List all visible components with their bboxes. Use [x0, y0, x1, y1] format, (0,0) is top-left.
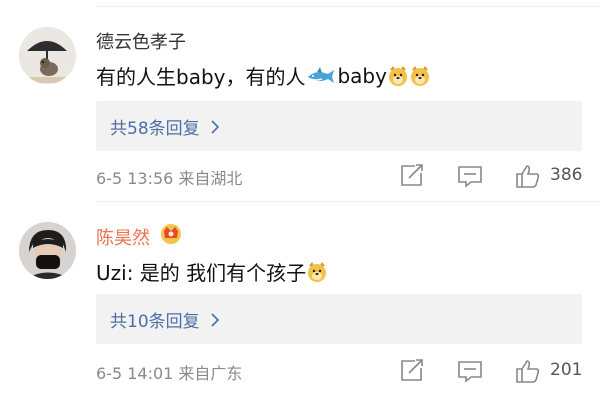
avatar[interactable] [19, 222, 76, 279]
comment-text: Uzi: 是的 我们有个孩子 [96, 257, 328, 286]
reply-box: 共10条回复 [96, 294, 582, 344]
comment-text-part: 有的人生baby，有的人 [96, 65, 306, 89]
share-icon [401, 164, 423, 186]
reply-count-label: 共10条回复 [110, 312, 200, 332]
comment-icon [458, 166, 482, 188]
crown-badge-icon [161, 224, 181, 244]
chevron-right-icon [211, 312, 219, 327]
reply-count-label: 共58条回复 [110, 119, 200, 139]
username[interactable]: 陈昊然 [96, 224, 150, 250]
like-button[interactable] [514, 358, 542, 384]
share-button[interactable] [398, 163, 426, 189]
comment-item: 德云色孝子 有的人生baby，有的人 baby 共58条回复 6-5 13:56… [0, 0, 600, 200]
view-replies-link[interactable]: 共10条回复 [110, 307, 220, 332]
doge-icon [410, 65, 429, 86]
like-button[interactable] [514, 163, 542, 189]
thumbs-up-icon [516, 360, 540, 383]
doge-icon [308, 261, 327, 282]
share-button[interactable] [398, 358, 426, 384]
thumbs-up-icon [516, 165, 540, 188]
chevron-right-icon [211, 119, 219, 134]
username[interactable]: 德云色孝子 [96, 28, 186, 54]
avatar[interactable] [19, 27, 76, 84]
comment-icon [458, 361, 482, 383]
comment-meta: 6-5 13:56 来自湖北 [96, 165, 242, 189]
like-count: 201 [550, 360, 583, 380]
timestamp: 6-5 14:01 [96, 364, 174, 383]
like-count: 386 [550, 165, 583, 185]
location: 来自湖北 [178, 169, 243, 188]
comment-meta: 6-5 14:01 来自广东 [96, 360, 242, 384]
comment-item: 陈昊然 Uzi: 是的 我们有个孩子 共10条回复 6-5 14:01 来自广东 [0, 202, 600, 400]
timestamp: 6-5 13:56 [96, 169, 174, 188]
shark-icon [308, 66, 335, 83]
comment-text-part: Uzi: 是的 我们有个孩子 [96, 261, 307, 285]
comment-text: 有的人生baby，有的人 baby [96, 61, 431, 90]
doge-icon [388, 65, 407, 86]
reply-box: 共58条回复 [96, 101, 582, 151]
view-replies-link[interactable]: 共58条回复 [110, 114, 220, 139]
comment-button[interactable] [456, 358, 484, 384]
comment-button[interactable] [456, 163, 484, 189]
comment-text-part: baby [337, 63, 387, 88]
share-icon [401, 359, 423, 381]
location: 来自广东 [178, 364, 243, 383]
